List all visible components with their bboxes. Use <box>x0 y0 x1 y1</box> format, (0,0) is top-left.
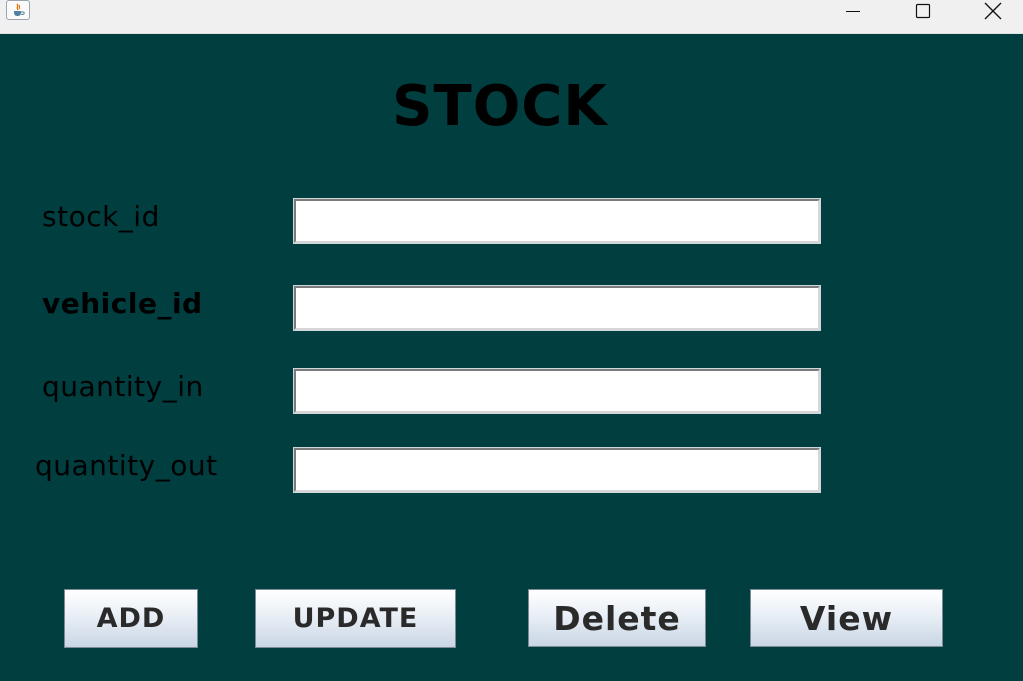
update-button[interactable]: UPDATE <box>255 589 456 648</box>
quantity-in-label: quantity_in <box>42 370 204 403</box>
vehicle-id-input[interactable] <box>293 285 821 331</box>
maximize-button[interactable] <box>900 0 946 22</box>
vehicle-id-label: vehicle_id <box>42 287 203 320</box>
minimize-icon <box>846 11 860 12</box>
delete-button[interactable]: Delete <box>528 589 706 647</box>
minimize-button[interactable] <box>830 0 876 22</box>
stock-form-panel: STOCK stock_id vehicle_id quantity_in qu… <box>0 34 1023 681</box>
close-button[interactable] <box>970 0 1016 22</box>
stock-id-label: stock_id <box>42 200 160 233</box>
quantity-out-label: quantity_out <box>35 449 218 482</box>
close-icon <box>984 2 1002 20</box>
java-cup-icon <box>6 0 30 20</box>
add-button[interactable]: ADD <box>64 589 198 648</box>
quantity-in-input[interactable] <box>293 368 821 414</box>
maximize-icon <box>915 3 931 19</box>
window-titlebar <box>0 0 1023 34</box>
stock-id-input[interactable] <box>293 198 821 244</box>
page-title: STOCK <box>392 74 608 139</box>
view-button[interactable]: View <box>750 589 943 647</box>
quantity-out-input[interactable] <box>293 447 821 493</box>
